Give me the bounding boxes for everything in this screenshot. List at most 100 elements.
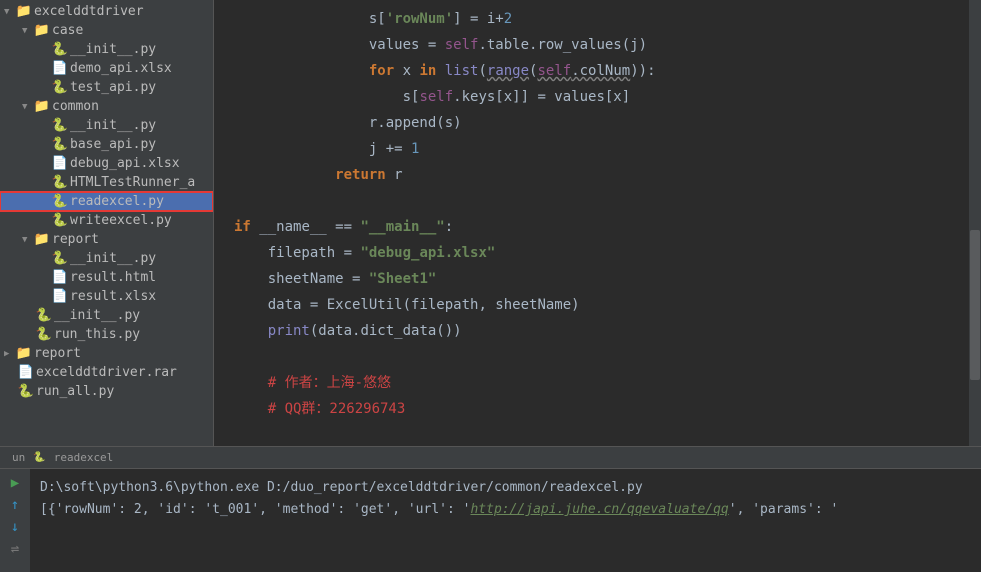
python-file-icon: 🐍 xyxy=(18,385,34,399)
tree-label: run_this.py xyxy=(54,327,140,342)
code-line[interactable] xyxy=(234,188,981,214)
tree-folder-report[interactable]: ▼📁report xyxy=(0,230,213,249)
wrap-icon[interactable]: ⇌ xyxy=(11,541,19,557)
python-icon: 🐍 xyxy=(33,452,45,463)
code-line[interactable]: r.append(s) xyxy=(234,110,981,136)
tree-root[interactable]: ▼📁excelddtdriver xyxy=(0,2,213,21)
tree-folder-case[interactable]: ▼📁case xyxy=(0,21,213,40)
code-line[interactable]: s[self.keys[x]] = values[x] xyxy=(234,84,981,110)
code-line[interactable]: # QQ群：226296743 xyxy=(234,396,981,422)
tree-folder[interactable]: ▶📁report xyxy=(0,344,213,363)
code-line[interactable]: sheetName = "Sheet1" xyxy=(234,266,981,292)
tree-file[interactable]: 🐍__init__.py xyxy=(0,40,213,59)
python-file-icon: 🐍 xyxy=(52,195,68,209)
tree-file[interactable]: 🐍run_all.py xyxy=(0,382,213,401)
tree-label: run_all.py xyxy=(36,384,114,399)
chevron-right-icon[interactable]: ▶ xyxy=(4,349,16,359)
tree-file[interactable]: 📄demo_api.xlsx xyxy=(0,59,213,78)
scrollbar-thumb[interactable] xyxy=(970,230,980,380)
tree-file[interactable]: 🐍writeexcel.py xyxy=(0,211,213,230)
console-gutter: ▶ ↑ ↓ ⇌ xyxy=(0,469,30,572)
tree-file[interactable]: 📄result.html xyxy=(0,268,213,287)
scroll-up-icon[interactable]: ↑ xyxy=(11,497,19,513)
console-line: [{'rowNum': 2, 'id': 't_001', 'method': … xyxy=(40,499,971,521)
code-line[interactable]: if __name__ == "__main__": xyxy=(234,214,981,240)
main-area: ▼📁excelddtdriver ▼📁case 🐍__init__.py 📄de… xyxy=(0,0,981,446)
code-line[interactable]: for x in list(range(self.colNum)): xyxy=(234,58,981,84)
folder-icon: 📁 xyxy=(16,5,32,19)
tree-label: report xyxy=(52,232,99,247)
tree-folder-common[interactable]: ▼📁common xyxy=(0,97,213,116)
python-file-icon: 🐍 xyxy=(52,119,68,133)
tree-label: report xyxy=(34,346,81,361)
excel-file-icon: 📄 xyxy=(52,62,68,76)
tree-label: test_api.py xyxy=(70,80,156,95)
python-file-icon: 🐍 xyxy=(36,309,52,323)
code-line[interactable]: values = self.table.row_values(j) xyxy=(234,32,981,58)
tree-file[interactable]: 🐍__init__.py xyxy=(0,306,213,325)
run-console-panel: un 🐍 readexcel ▶ ↑ ↓ ⇌ D:\soft\python3.6… xyxy=(0,446,981,572)
code-editor[interactable]: s['rowNum'] = i+2 values = self.table.ro… xyxy=(214,0,981,446)
folder-icon: 📁 xyxy=(34,24,50,38)
python-file-icon: 🐍 xyxy=(52,252,68,266)
console-output[interactable]: D:\soft\python3.6\python.exe D:/duo_repo… xyxy=(30,469,981,572)
chevron-down-icon[interactable]: ▼ xyxy=(22,235,34,245)
scroll-down-icon[interactable]: ↓ xyxy=(11,519,19,535)
tree-file-selected[interactable]: 🐍readexcel.py xyxy=(0,192,213,211)
chevron-down-icon[interactable]: ▼ xyxy=(22,102,34,112)
tree-label: result.html xyxy=(70,270,156,285)
python-file-icon: 🐍 xyxy=(52,176,68,190)
console-body: ▶ ↑ ↓ ⇌ D:\soft\python3.6\python.exe D:/… xyxy=(0,469,981,572)
tree-label: debug_api.xlsx xyxy=(70,156,180,171)
editor-scrollbar[interactable] xyxy=(969,0,981,446)
tree-label: excelddtdriver.rar xyxy=(36,365,177,380)
code-line[interactable]: print(data.dict_data()) xyxy=(234,318,981,344)
python-file-icon: 🐍 xyxy=(52,138,68,152)
file-tree[interactable]: ▼📁excelddtdriver ▼📁case 🐍__init__.py 📄de… xyxy=(0,0,213,403)
console-url-link[interactable]: http://japi.juhe.cn/qqevaluate/qq xyxy=(470,502,728,517)
tree-file[interactable]: 🐍HTMLTestRunner_a xyxy=(0,173,213,192)
tree-label: __init__.py xyxy=(70,118,156,133)
tree-file[interactable]: 📄result.xlsx xyxy=(0,287,213,306)
tree-label: __init__.py xyxy=(70,251,156,266)
tree-label: demo_api.xlsx xyxy=(70,61,172,76)
python-file-icon: 🐍 xyxy=(52,214,68,228)
code-line[interactable]: data = ExcelUtil(filepath, sheetName) xyxy=(234,292,981,318)
code-line[interactable]: # 作者：上海-悠悠 xyxy=(234,370,981,396)
rerun-icon[interactable]: ▶ xyxy=(11,475,19,491)
excel-file-icon: 📄 xyxy=(52,290,68,304)
console-tab[interactable]: un xyxy=(4,451,33,464)
tree-label: excelddtdriver xyxy=(34,4,144,19)
chevron-down-icon[interactable]: ▼ xyxy=(22,26,34,36)
tree-label: common xyxy=(52,99,99,114)
tree-label: readexcel.py xyxy=(70,194,164,209)
code-line[interactable]: return r xyxy=(234,162,981,188)
tree-label: base_api.py xyxy=(70,137,156,152)
tree-file[interactable]: 📄excelddtdriver.rar xyxy=(0,363,213,382)
tree-label: __init__.py xyxy=(54,308,140,323)
tree-label: writeexcel.py xyxy=(70,213,172,228)
project-sidebar[interactable]: ▼📁excelddtdriver ▼📁case 🐍__init__.py 📄de… xyxy=(0,0,214,446)
tree-label: __init__.py xyxy=(70,42,156,57)
tree-label: HTMLTestRunner_a xyxy=(70,175,195,190)
excel-file-icon: 📄 xyxy=(52,157,68,171)
code-line[interactable] xyxy=(234,344,981,370)
python-file-icon: 🐍 xyxy=(52,81,68,95)
tree-file[interactable]: 🐍base_api.py xyxy=(0,135,213,154)
python-file-icon: 🐍 xyxy=(52,43,68,57)
console-tab-active[interactable]: readexcel xyxy=(46,451,122,464)
chevron-down-icon[interactable]: ▼ xyxy=(4,7,16,17)
console-tabs[interactable]: un 🐍 readexcel xyxy=(0,447,981,469)
console-line: D:\soft\python3.6\python.exe D:/duo_repo… xyxy=(40,477,971,499)
tree-file[interactable]: 🐍run_this.py xyxy=(0,325,213,344)
code-line[interactable]: filepath = "debug_api.xlsx" xyxy=(234,240,981,266)
folder-icon: 📁 xyxy=(16,347,32,361)
tree-file[interactable]: 🐍__init__.py xyxy=(0,116,213,135)
code-line[interactable]: j += 1 xyxy=(234,136,981,162)
tree-file[interactable]: 🐍__init__.py xyxy=(0,249,213,268)
folder-icon: 📁 xyxy=(34,233,50,247)
code-line[interactable]: s['rowNum'] = i+2 xyxy=(234,6,981,32)
tree-file[interactable]: 🐍test_api.py xyxy=(0,78,213,97)
tree-file[interactable]: 📄debug_api.xlsx xyxy=(0,154,213,173)
tree-label: case xyxy=(52,23,83,38)
